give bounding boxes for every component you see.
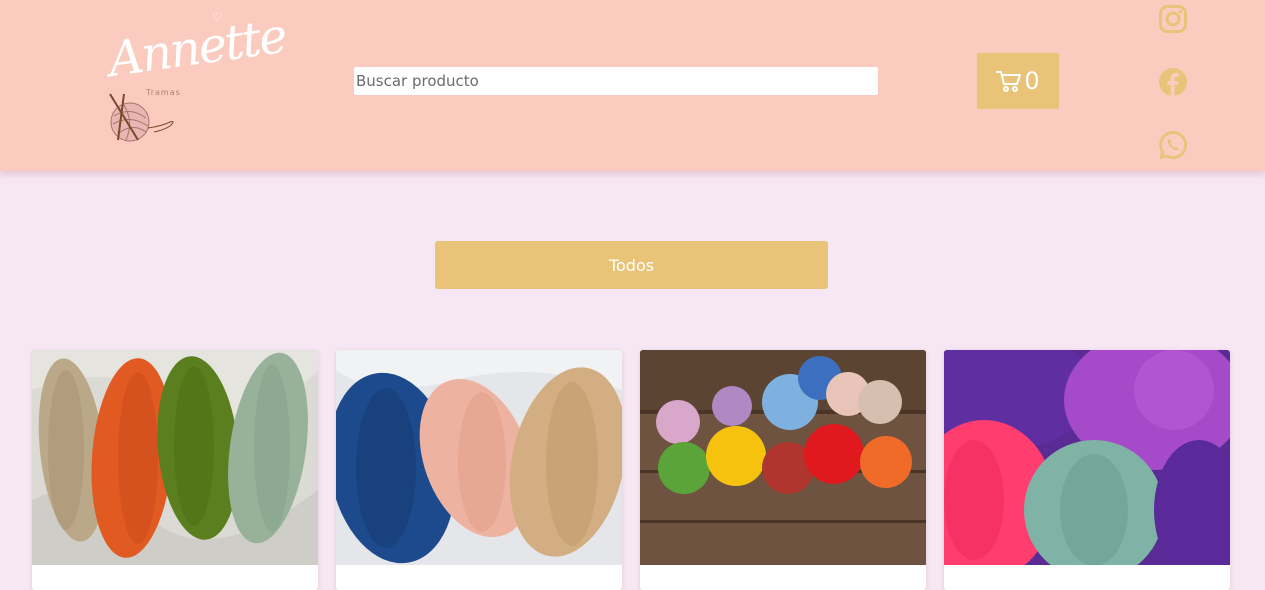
product-image — [336, 350, 622, 565]
search-input[interactable] — [354, 67, 878, 95]
product-image — [32, 350, 318, 565]
product-card[interactable] — [944, 350, 1230, 590]
yarn-ball-icon — [109, 93, 174, 142]
brand-logo[interactable]: Annette ♡ Tramas — [104, 8, 289, 148]
site-header: Annette ♡ Tramas 0 — [0, 0, 1265, 171]
product-image — [640, 350, 926, 565]
whatsapp-link[interactable] — [1155, 127, 1190, 162]
product-image — [944, 350, 1230, 565]
instagram-link[interactable] — [1155, 1, 1190, 36]
whatsapp-icon — [1158, 130, 1187, 159]
cart-button[interactable]: 0 — [977, 53, 1059, 109]
product-card[interactable] — [640, 350, 926, 590]
heart-icon: ♡ — [212, 10, 223, 24]
cart-count: 0 — [1024, 67, 1040, 95]
cart-icon — [996, 71, 1022, 92]
logo-wordmark: Annette — [104, 7, 289, 89]
facebook-link[interactable] — [1155, 64, 1190, 99]
product-card[interactable] — [32, 350, 318, 590]
product-card[interactable] — [336, 350, 622, 590]
instagram-icon — [1158, 4, 1187, 33]
filter-all-button[interactable]: Todos — [435, 241, 828, 289]
facebook-icon — [1158, 67, 1187, 96]
